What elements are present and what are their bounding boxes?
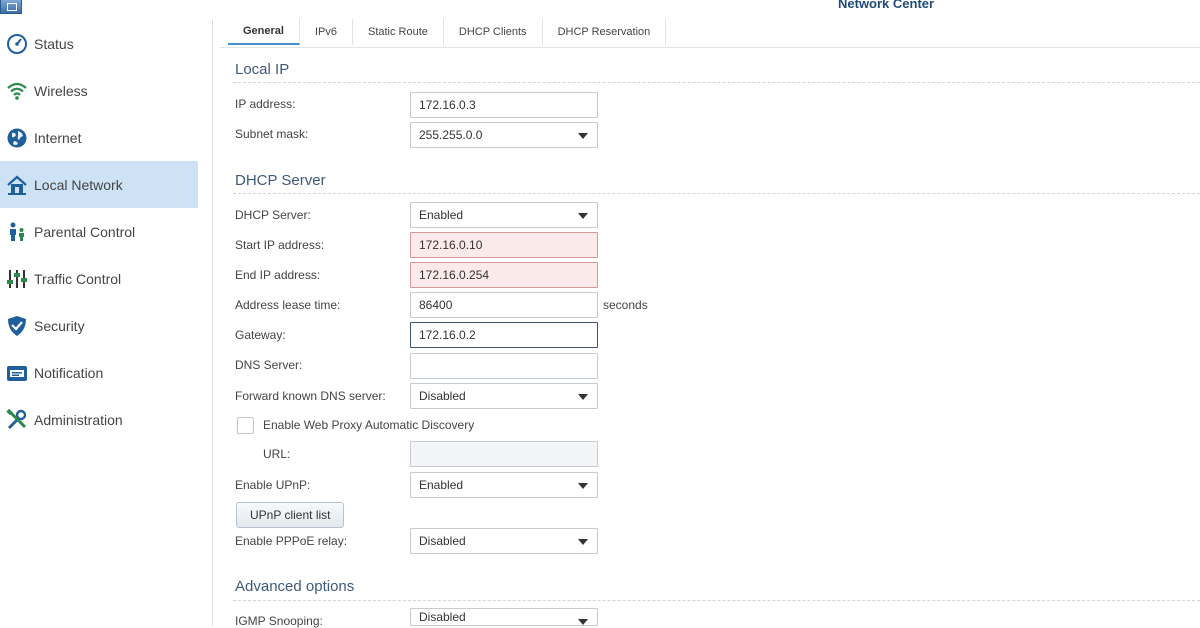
url-label: URL:	[263, 447, 291, 461]
start-ip-input[interactable]: 172.16.0.10	[410, 232, 598, 258]
sidebar-item-administration[interactable]: Administration	[0, 396, 198, 443]
sidebar: Status Wireless Internet Local Network P…	[0, 20, 210, 626]
globe-icon	[6, 127, 28, 149]
subnet-mask-select[interactable]: 255.255.0.0	[410, 122, 598, 148]
title-bar: Network Center	[0, 0, 1200, 14]
section-title-advanced-options: Advanced options	[235, 578, 355, 595]
section-divider	[233, 193, 1200, 194]
dhcp-server-label: DHCP Server:	[235, 208, 311, 222]
window-title: Network Center	[838, 0, 935, 11]
tab-ipv6[interactable]: IPv6	[300, 19, 353, 45]
section-divider	[233, 82, 1200, 83]
sidebar-item-status[interactable]: Status	[0, 20, 198, 67]
sidebar-item-label: Wireless	[34, 82, 88, 99]
envelope-icon	[6, 362, 28, 384]
upnp-label: Enable UPnP:	[235, 478, 311, 492]
lease-time-input[interactable]: 86400	[410, 292, 598, 318]
tabs-divider	[220, 47, 1200, 48]
upnp-client-list-button[interactable]: UPnP client list	[236, 502, 345, 528]
sidebar-item-internet[interactable]: Internet	[0, 114, 198, 161]
sidebar-item-label: Local Network	[34, 176, 123, 193]
pppoe-relay-select[interactable]: Disabled	[410, 528, 598, 554]
forward-dns-label: Forward known DNS server:	[235, 389, 386, 403]
sidebar-item-notification[interactable]: Notification	[0, 349, 198, 396]
shield-icon	[6, 315, 28, 337]
dhcp-server-select[interactable]: Enabled	[410, 202, 598, 228]
wifi-icon	[6, 80, 28, 102]
sidebar-item-label: Status	[34, 35, 74, 52]
app-icon	[0, 0, 22, 14]
section-title-dhcp-server: DHCP Server	[235, 172, 326, 189]
igmp-snooping-select[interactable]: Disabled	[410, 608, 598, 626]
url-input[interactable]	[410, 441, 598, 467]
sidebar-item-label: Parental Control	[34, 223, 136, 240]
sidebar-item-local-network[interactable]: Local Network	[0, 161, 198, 208]
dns-server-label: DNS Server:	[235, 358, 303, 372]
end-ip-input[interactable]: 172.16.0.254	[410, 262, 598, 288]
tools-icon	[6, 408, 28, 431]
sidebar-item-label: Notification	[34, 364, 104, 381]
wpad-checkbox[interactable]	[237, 417, 254, 434]
section-divider	[233, 600, 1200, 601]
sliders-icon	[6, 268, 28, 290]
start-ip-label: Start IP address:	[235, 238, 325, 252]
sidebar-item-label: Traffic Control	[34, 270, 122, 287]
dns-server-input[interactable]	[410, 353, 598, 379]
gateway-input[interactable]: 172.16.0.2	[410, 322, 598, 348]
sidebar-item-label: Administration	[34, 411, 123, 428]
pppoe-relay-label: Enable PPPoE relay:	[235, 534, 348, 548]
sidebar-item-label: Security	[34, 317, 85, 334]
ip-address-label: IP address:	[235, 97, 296, 111]
sidebar-item-traffic-control[interactable]: Traffic Control	[0, 255, 198, 302]
ip-address-input[interactable]: 172.16.0.3	[410, 92, 598, 118]
end-ip-label: End IP address:	[235, 268, 321, 282]
sidebar-item-wireless[interactable]: Wireless	[0, 67, 198, 114]
forward-dns-select[interactable]: Disabled	[410, 383, 598, 409]
sidebar-item-parental-control[interactable]: Parental Control	[0, 208, 198, 255]
sidebar-item-label: Internet	[34, 129, 82, 146]
gauge-icon	[6, 33, 28, 55]
tab-dhcp-reservation[interactable]: DHCP Reservation	[543, 19, 667, 45]
tab-bar: General IPv6 Static Route DHCP Clients D…	[228, 19, 667, 45]
lease-time-label: Address lease time:	[235, 298, 341, 312]
home-icon	[6, 174, 28, 196]
tab-general[interactable]: General	[228, 19, 300, 45]
tab-dhcp-clients[interactable]: DHCP Clients	[444, 19, 543, 45]
wpad-label: Enable Web Proxy Automatic Discovery	[263, 418, 475, 432]
subnet-mask-label: Subnet mask:	[235, 127, 309, 141]
lease-time-unit: seconds	[603, 298, 648, 312]
tab-static-route[interactable]: Static Route	[353, 19, 444, 45]
upnp-select[interactable]: Enabled	[410, 472, 598, 498]
family-icon	[6, 221, 28, 243]
sidebar-divider	[212, 20, 213, 626]
gateway-label: Gateway:	[235, 328, 286, 342]
section-title-local-ip: Local IP	[235, 61, 290, 78]
sidebar-item-security[interactable]: Security	[0, 302, 198, 349]
